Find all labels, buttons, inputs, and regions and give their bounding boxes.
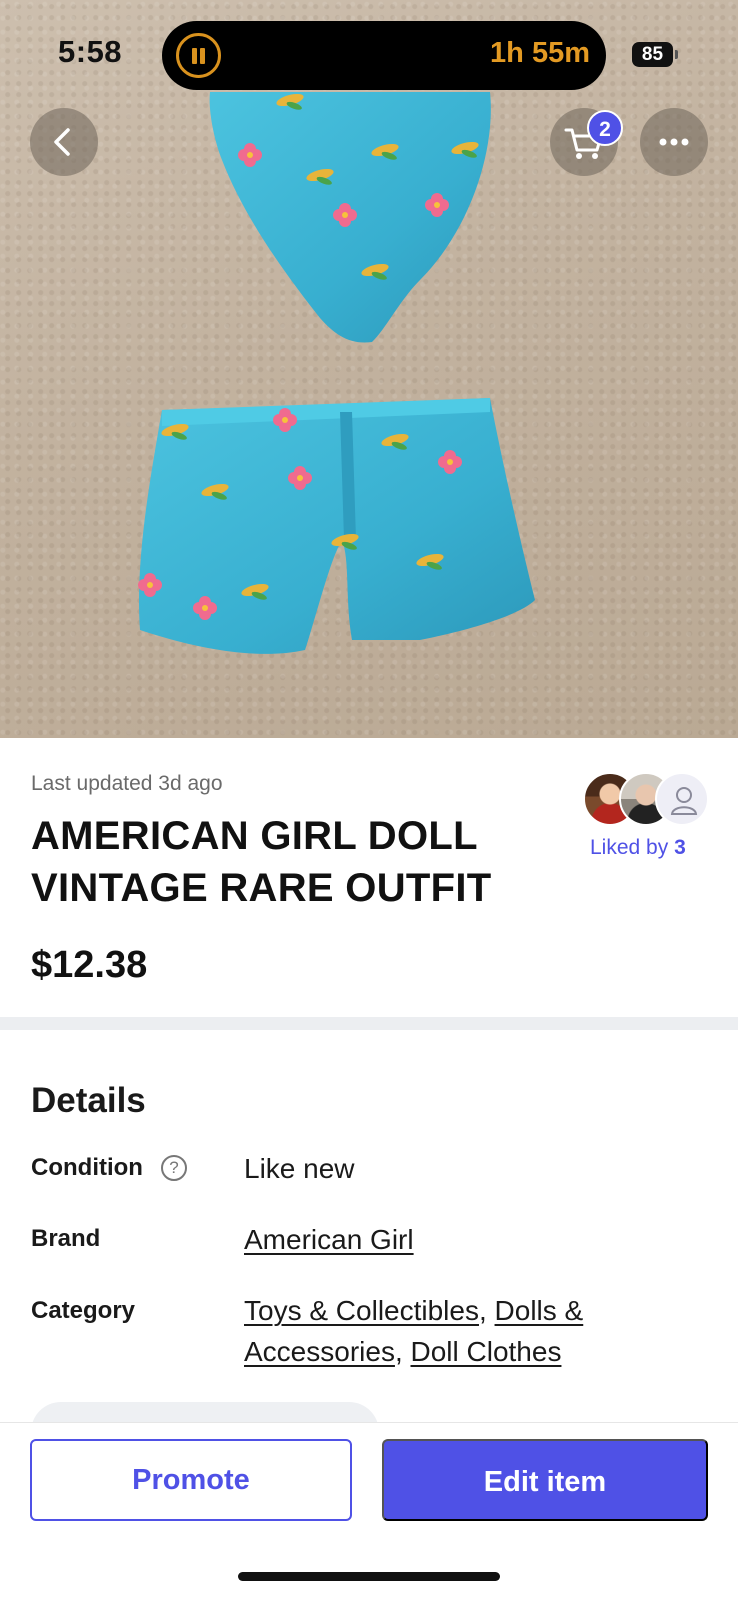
person-icon — [670, 787, 698, 815]
dynamic-island[interactable]: 1h 55m — [162, 21, 606, 90]
more-options-button[interactable] — [640, 108, 708, 176]
brand-row: American Girl — [244, 1219, 714, 1260]
category-label: Category — [31, 1297, 136, 1324]
category-link[interactable]: Doll Clothes — [411, 1336, 562, 1367]
details-heading: Details — [31, 1081, 146, 1120]
section-divider — [0, 1017, 738, 1030]
help-icon[interactable]: ? — [161, 1155, 187, 1181]
promote-button[interactable]: Promote — [30, 1439, 352, 1521]
pause-icon[interactable] — [176, 33, 221, 78]
liked-by-link[interactable]: Liked by 3 — [590, 836, 686, 860]
condition-value: Like new — [244, 1153, 355, 1184]
brand-link[interactable]: American Girl — [244, 1224, 414, 1255]
timer-readout: 1h 55m — [490, 37, 590, 69]
status-time: 5:58 — [58, 34, 123, 69]
listing-photo[interactable] — [0, 0, 738, 738]
more-icon — [659, 138, 689, 146]
edit-item-button[interactable]: Edit item — [382, 1439, 708, 1521]
listing-title: AMERICAN GIRL DOLL VINTAGE RARE OUTFIT — [31, 814, 492, 910]
liker-avatar — [655, 772, 709, 826]
battery-indicator: 85 — [632, 42, 678, 67]
category-row: Toys & Collectibles, Dolls & Accessories… — [244, 1295, 584, 1367]
home-indicator[interactable] — [238, 1572, 500, 1581]
liked-by-label: Liked by — [590, 836, 669, 859]
condition-label: Condition — [31, 1154, 143, 1181]
outfit-photo-art — [138, 91, 535, 654]
cart-count-badge: 2 — [587, 110, 623, 146]
back-button[interactable] — [30, 108, 98, 176]
category-link[interactable]: Toys & Collectibles — [244, 1295, 479, 1326]
liked-by-count: 3 — [674, 836, 686, 859]
liker-avatars[interactable] — [583, 772, 709, 826]
last-updated-text: Last updated 3d ago — [31, 772, 223, 795]
listing-price: $12.38 — [31, 944, 148, 986]
back-chevron-icon — [54, 128, 70, 156]
brand-label: Brand — [31, 1225, 101, 1252]
